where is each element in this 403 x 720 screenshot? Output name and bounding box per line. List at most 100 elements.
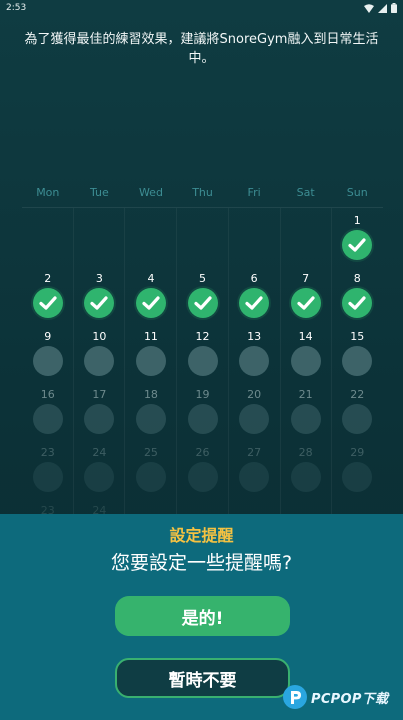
calendar-day: 19 bbox=[177, 382, 229, 440]
pending-day-dot bbox=[135, 346, 166, 376]
weekday-label: Wed bbox=[138, 186, 163, 199]
day-number: 22 bbox=[350, 388, 365, 401]
wifi-icon bbox=[364, 3, 374, 13]
calendar-day: 16 bbox=[22, 382, 74, 440]
completed-check-icon bbox=[290, 288, 321, 318]
calendar-day: 26 bbox=[177, 440, 229, 498]
day-number: 23 bbox=[40, 446, 55, 459]
calendar-day: 17 bbox=[74, 382, 126, 440]
calendar-day: 14 bbox=[280, 324, 332, 382]
day-number: 28 bbox=[298, 446, 313, 459]
day-number: 11 bbox=[143, 330, 158, 343]
weekday-label: Tue bbox=[89, 186, 109, 199]
day-number: 1 bbox=[353, 214, 361, 227]
calendar-day: 6 bbox=[228, 266, 280, 324]
pending-day-dot bbox=[342, 462, 373, 492]
completed-check-icon bbox=[32, 288, 63, 318]
calendar-day bbox=[177, 208, 229, 266]
calendar-day: 5 bbox=[177, 266, 229, 324]
day-number: 24 bbox=[92, 446, 107, 459]
calendar-week: 16 17 18 19 20 21 22 bbox=[22, 382, 383, 440]
watermark-text: PCPOP下载 bbox=[311, 691, 389, 707]
completed-check-icon bbox=[342, 230, 373, 260]
pending-day-dot bbox=[239, 346, 270, 376]
calendar-day: 15 bbox=[331, 324, 383, 382]
calendar-day: 24 bbox=[74, 440, 126, 498]
status-bar: 2:53 bbox=[0, 0, 403, 16]
calendar-day: 29 bbox=[331, 440, 383, 498]
day-number: 15 bbox=[350, 330, 365, 343]
day-number: 2 bbox=[44, 272, 52, 285]
calendar-day: 11 bbox=[125, 324, 177, 382]
day-number: 19 bbox=[195, 388, 210, 401]
calendar-day bbox=[22, 208, 74, 266]
signal-icon bbox=[378, 3, 387, 13]
pending-day-dot bbox=[32, 346, 63, 376]
pending-day-dot bbox=[187, 462, 218, 492]
pending-day-dot bbox=[187, 346, 218, 376]
calendar-week: 1 bbox=[22, 208, 383, 266]
weekday-label: Mon bbox=[36, 186, 60, 199]
pending-day-dot bbox=[32, 404, 63, 434]
day-number: 5 bbox=[199, 272, 207, 285]
status-time: 2:53 bbox=[6, 3, 27, 13]
calendar-day: 8 bbox=[331, 266, 383, 324]
day-number: 10 bbox=[92, 330, 107, 343]
pending-day-dot bbox=[342, 346, 373, 376]
day-number: 20 bbox=[247, 388, 262, 401]
calendar-day: 1 bbox=[331, 208, 383, 266]
reminder-title: 設定提醒 bbox=[169, 526, 234, 545]
pending-day-dot bbox=[84, 346, 115, 376]
completed-check-icon bbox=[342, 288, 373, 318]
pending-day-dot bbox=[135, 404, 166, 434]
day-number: 9 bbox=[44, 330, 52, 343]
yes-button[interactable]: 是的! bbox=[115, 596, 290, 636]
battery-icon bbox=[391, 3, 397, 13]
habit-calendar: Mon Tue Wed Thu Fri Sat Sun 1 2 3 4 5 6 7 8 9 10 11 12 13 1… bbox=[22, 178, 383, 556]
weekday-header: Mon Tue Wed Thu Fri Sat Sun bbox=[22, 178, 383, 208]
calendar-weeks: 1 2 3 4 5 6 7 8 9 10 11 12 13 14 15 16 17 18 19 20 21 22 23 24 2… bbox=[22, 208, 383, 556]
calendar-day: 23 bbox=[22, 440, 74, 498]
pending-day-dot bbox=[135, 462, 166, 492]
not-now-button-label: 暫時不要 bbox=[168, 670, 237, 691]
calendar-day: 12 bbox=[177, 324, 229, 382]
completed-check-icon bbox=[135, 288, 166, 318]
calendar-day: 18 bbox=[125, 382, 177, 440]
calendar-day: 7 bbox=[280, 266, 332, 324]
calendar-grid: 1 2 3 4 5 6 7 8 9 10 11 12 13 14 15 16 17 18 19 20 21 22 23 24 2… bbox=[22, 208, 383, 556]
calendar-week: 23 24 25 26 27 28 29 bbox=[22, 440, 383, 498]
intro-text: 為了獲得最佳的練習效果，建議將SnoreGym融入到日常生活中。 bbox=[24, 32, 379, 66]
not-now-button[interactable]: 暫時不要 bbox=[115, 658, 290, 698]
weekday-label: Sat bbox=[296, 186, 315, 199]
calendar-day bbox=[228, 208, 280, 266]
day-number: 21 bbox=[298, 388, 313, 401]
day-number: 16 bbox=[40, 388, 55, 401]
pcpop-logo-icon bbox=[282, 684, 308, 710]
day-number: 3 bbox=[95, 272, 103, 285]
pending-day-dot bbox=[290, 462, 321, 492]
calendar-day: 20 bbox=[228, 382, 280, 440]
pending-day-dot bbox=[239, 404, 270, 434]
day-number: 18 bbox=[143, 388, 158, 401]
calendar-day: 13 bbox=[228, 324, 280, 382]
pending-day-dot bbox=[239, 462, 270, 492]
completed-check-icon bbox=[187, 288, 218, 318]
pending-day-dot bbox=[32, 462, 63, 492]
calendar-week: 9 10 11 12 13 14 15 bbox=[22, 324, 383, 382]
pending-day-dot bbox=[84, 462, 115, 492]
day-number: 8 bbox=[353, 272, 361, 285]
calendar-day: 9 bbox=[22, 324, 74, 382]
status-icons bbox=[364, 3, 397, 13]
day-number: 27 bbox=[247, 446, 262, 459]
day-number: 7 bbox=[302, 272, 310, 285]
day-number: 26 bbox=[195, 446, 210, 459]
calendar-day: 21 bbox=[280, 382, 332, 440]
day-number: 4 bbox=[147, 272, 155, 285]
completed-check-icon bbox=[239, 288, 270, 318]
calendar-day: 2 bbox=[22, 266, 74, 324]
calendar-day bbox=[280, 208, 332, 266]
pending-day-dot bbox=[290, 404, 321, 434]
calendar-day: 4 bbox=[125, 266, 177, 324]
pending-day-dot bbox=[84, 404, 115, 434]
day-number: 6 bbox=[250, 272, 258, 285]
